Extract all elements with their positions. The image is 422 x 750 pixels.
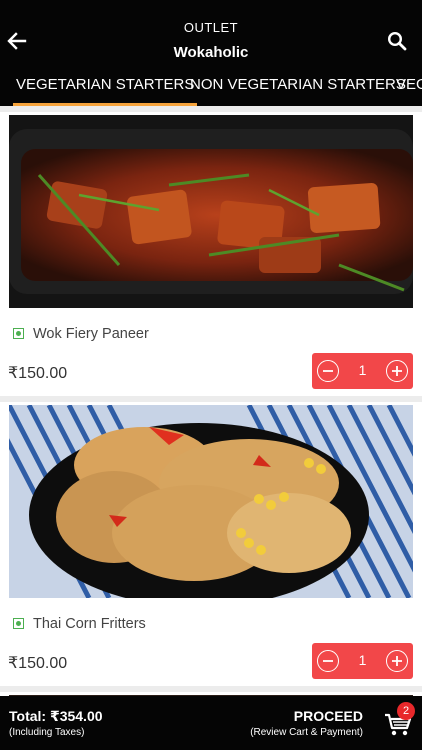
veg-indicator-icon bbox=[13, 618, 24, 629]
veg-indicator-icon bbox=[13, 328, 24, 339]
total-note: (Including Taxes) bbox=[9, 727, 85, 738]
title-block: OUTLET Wokaholic bbox=[0, 20, 422, 63]
search-button[interactable] bbox=[386, 30, 408, 52]
menu-item-card: Thai Corn Fritters ₹150.00 1 bbox=[0, 402, 422, 686]
increase-quantity-button[interactable] bbox=[386, 360, 408, 382]
proceed-note[interactable]: (Review Cart & Payment) bbox=[250, 727, 363, 738]
app-header: OUTLET Wokaholic bbox=[0, 0, 422, 66]
item-name: Thai Corn Fritters bbox=[33, 616, 146, 632]
proceed-button[interactable]: PROCEED bbox=[294, 708, 363, 724]
app-screen: OUTLET Wokaholic VEGETARIAN STARTERS NON… bbox=[0, 0, 422, 750]
tab-vegetarian-starters[interactable]: VEGETARIAN STARTERS bbox=[13, 66, 198, 106]
outlet-name: Wokaholic bbox=[173, 44, 249, 61]
checkout-bar: Total: ₹354.00 (Including Taxes) PROCEED… bbox=[0, 696, 422, 750]
increase-quantity-button[interactable] bbox=[386, 650, 408, 672]
outlet-label: OUTLET bbox=[183, 20, 239, 35]
quantity-stepper: 1 bbox=[312, 353, 413, 389]
item-name: Wok Fiery Paneer bbox=[33, 326, 149, 342]
quantity-stepper: 1 bbox=[312, 643, 413, 679]
plus-icon bbox=[392, 656, 402, 666]
tab-veg-partial[interactable]: VEG bbox=[393, 66, 422, 106]
menu-item-card: Wok Fiery Paneer ₹150.00 1 bbox=[0, 112, 422, 396]
cart-count-badge: 2 bbox=[397, 702, 415, 720]
food-image-paneer bbox=[9, 115, 413, 308]
search-icon bbox=[387, 31, 407, 51]
menu-list: Wok Fiery Paneer ₹150.00 1 Thai Corn Fri… bbox=[0, 106, 422, 696]
category-tabs: VEGETARIAN STARTERS NON VEGETARIAN START… bbox=[0, 66, 422, 106]
cart-total: Total: ₹354.00 bbox=[9, 708, 103, 724]
item-price: ₹150.00 bbox=[8, 655, 68, 672]
tab-non-vegetarian-starters[interactable]: NON VEGETARIAN STARTERS bbox=[187, 66, 409, 106]
food-image-corn-fritters bbox=[9, 405, 413, 598]
plus-icon bbox=[392, 366, 402, 376]
item-price: ₹150.00 bbox=[8, 365, 68, 382]
